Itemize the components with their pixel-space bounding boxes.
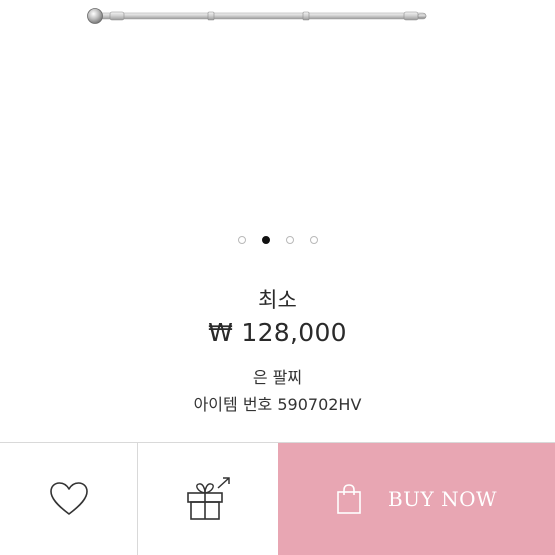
carousel-dot[interactable] (309, 236, 318, 244)
gift-icon (187, 477, 230, 520)
gift-button[interactable] (138, 443, 278, 555)
shopping-bag-icon (337, 484, 361, 514)
heart-icon (49, 482, 88, 515)
carousel-dot[interactable] (237, 236, 246, 244)
buy-now-button[interactable]: BUY NOW (278, 443, 555, 555)
carousel-dot[interactable] (285, 236, 294, 244)
price-label: 최소 (258, 288, 297, 312)
product-image[interactable] (0, 0, 555, 225)
carousel-dot-active[interactable] (261, 236, 270, 244)
product-price: ₩ 128,000 (208, 318, 347, 347)
item-number: 아이템 번호 590702HV (193, 395, 362, 414)
silver-bracelet-image (87, 8, 427, 24)
carousel-dots (0, 236, 555, 244)
buy-now-label: BUY NOW (387, 487, 498, 511)
wishlist-button[interactable] (0, 443, 138, 555)
product-material: 은 팔찌 (252, 368, 303, 387)
action-bar: BUY NOW (0, 442, 555, 555)
